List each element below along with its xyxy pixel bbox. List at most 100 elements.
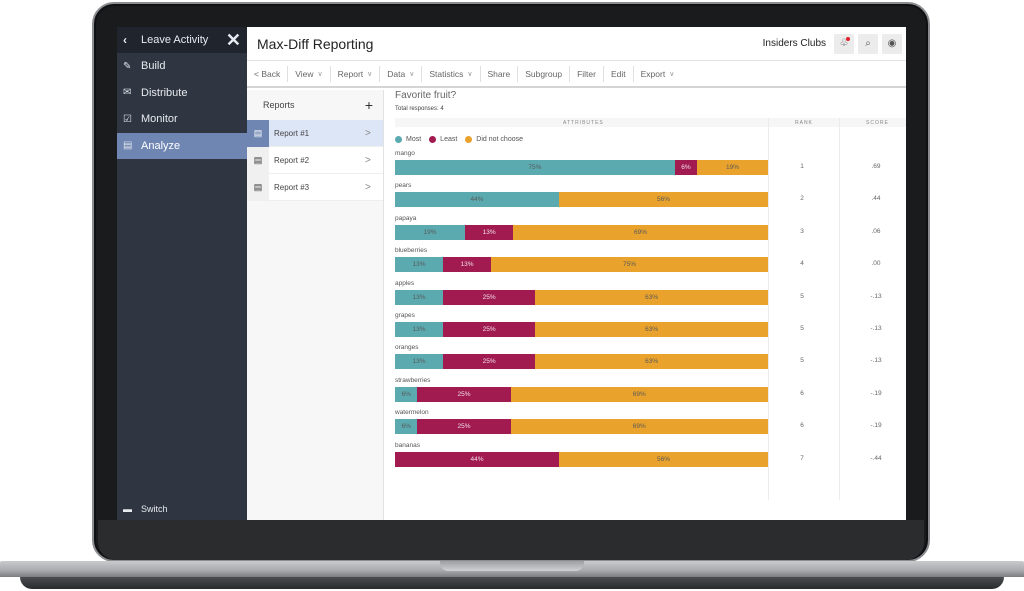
toolbar-statistics-button[interactable]: Statistics ∨ — [422, 66, 481, 82]
category-label: blueberries — [395, 247, 428, 255]
toolbar-filter-button[interactable]: Filter — [570, 66, 604, 82]
bar-segment-most: 75% — [395, 160, 675, 175]
nav-item-distribute[interactable]: ✉ Distribute — [117, 80, 247, 107]
category-label: pears — [395, 182, 412, 190]
toolbar-report-button[interactable]: Report ∨ — [331, 66, 381, 82]
stacked-bar: 6% 25% 69% — [395, 419, 768, 435]
notifications-button[interactable]: ♧ — [834, 33, 854, 54]
rank-value: 5 — [800, 357, 804, 365]
back-chevron-icon[interactable]: ‹ — [123, 33, 139, 47]
bar-segment-most: 6% — [395, 386, 418, 402]
stacked-bar: 13% 13% 75% — [395, 257, 768, 273]
nav-item-label: Monitor — [141, 113, 178, 126]
reports-header: Reports + — [247, 90, 383, 120]
chevron-right-icon: > — [365, 127, 371, 139]
chevron-down-icon: ∨ — [317, 71, 323, 78]
question-title: Favorite fruit? — [395, 90, 457, 101]
nav-item-build[interactable]: ✎ Build — [117, 53, 247, 80]
toolbar-view-button[interactable]: View ∨ — [288, 66, 331, 82]
switch-button[interactable]: ▬ Switch — [123, 504, 168, 514]
bar-segment-least: 44% — [395, 451, 560, 467]
toolbar-share-button[interactable]: Share — [481, 66, 519, 82]
legend-label: Most — [406, 136, 422, 143]
search-icon: ⌕ — [865, 38, 871, 49]
score-value: .06 — [871, 227, 881, 235]
stacked-bar: 13% 25% 63% — [395, 354, 768, 370]
legend-item: Most — [395, 136, 421, 143]
category-label: watermelon — [395, 409, 429, 417]
score-value: -.13 — [870, 325, 882, 332]
nav-item-monitor[interactable]: ☑ Monitor — [117, 106, 247, 133]
toolbar-subgroup-button[interactable]: Subgroup — [518, 66, 571, 82]
toolbar-label: Export — [640, 69, 666, 79]
app-screen: ‹ Leave Activity ✕ ✎ Build ✉ Distribute ☑ Mon… — [117, 27, 906, 520]
bar-segment-none: 69% — [513, 224, 768, 240]
toolbar-back-button[interactable]: < Back — [247, 66, 289, 82]
score-value: -.44 — [870, 454, 882, 462]
nav-item-analyze[interactable]: ▤ Analyze — [117, 132, 247, 159]
stacked-bar: 6% 25% 69% — [395, 386, 768, 402]
score-value: -.19 — [870, 422, 882, 430]
toolbar-data-button[interactable]: Data ∨ — [380, 66, 423, 82]
toolbar-label: Subgroup — [525, 69, 563, 79]
score-value: -.13 — [870, 292, 882, 300]
toolbar-label: Filter — [577, 69, 596, 79]
bar-segment-none: 56% — [559, 451, 768, 467]
bar-segment-least: 13% — [443, 257, 491, 273]
score-value: -.13 — [870, 357, 882, 365]
bar-segment-most: 19% — [395, 224, 466, 240]
document-icon: ▤ — [247, 146, 269, 174]
col-attributes: ATTRIBUTES — [563, 120, 604, 126]
checkbox-icon: ☑ — [123, 113, 132, 125]
reports-title: Reports — [263, 100, 295, 110]
bar-segment-none: 56% — [559, 192, 768, 208]
report-item[interactable]: ▤ Report #2 > — [247, 146, 383, 174]
category-label: bananas — [395, 441, 420, 449]
category-label: mango — [395, 150, 415, 157]
legend-item: Did not choose — [465, 136, 523, 143]
leave-activity-link[interactable]: Leave Activity — [139, 34, 226, 46]
document-icon: ▤ — [247, 119, 269, 147]
toolbar-label: Edit — [610, 69, 626, 79]
bar-segment-least: 25% — [443, 289, 536, 305]
stacked-bar: 44% 56% — [395, 451, 768, 467]
bar-segment-most: 44% — [395, 192, 560, 208]
bar-segment-least: 25% — [417, 419, 511, 435]
bar-segment-none: 69% — [510, 419, 768, 435]
rank-value: 6 — [800, 389, 804, 397]
bar-segment-least: 25% — [443, 322, 536, 337]
search-button[interactable]: ⌕ — [858, 33, 878, 54]
report-label: Report #1 — [274, 128, 310, 138]
stacked-bar: 75% 6% 19% — [395, 160, 768, 175]
report-item[interactable]: ▤ Report #3 > — [247, 173, 383, 201]
total-responses: Total responses: 4 — [395, 106, 444, 112]
chart-row: oranges 13% 25% 63% 5 -.13 — [395, 344, 906, 374]
nav-item-label: Distribute — [141, 86, 188, 99]
bar-segment-none: 69% — [510, 386, 768, 402]
chevron-down-icon: ∨ — [367, 71, 373, 78]
chart-row: papaya 19% 13% 69% 3 .06 — [395, 215, 906, 245]
chart-row: strawberries 6% 25% 69% 6 -.19 — [395, 377, 906, 407]
toolbar-edit-button[interactable]: Edit — [604, 66, 634, 82]
bar-segment-most: 13% — [395, 257, 443, 273]
report-item[interactable]: ▤ Report #1 > — [247, 119, 383, 147]
laptop-base-bottom — [20, 577, 1004, 589]
laptop-mockup: ‹ Leave Activity ✕ ✎ Build ✉ Distribute ☑ Mon… — [0, 0, 1024, 591]
chart-row: apples 13% 25% 63% 5 -.13 — [395, 280, 906, 310]
toolbar-label: Share — [487, 69, 511, 79]
close-icon[interactable]: ✕ — [226, 31, 241, 49]
user-icon: ◉ — [887, 38, 897, 49]
legend-label: Least — [440, 136, 458, 143]
stacked-bar: 44% 56% — [395, 192, 768, 208]
user-button[interactable]: ◉ — [882, 33, 902, 54]
bar-segment-none: 63% — [535, 354, 768, 370]
toolbar-export-button[interactable]: Export ∨ — [634, 66, 682, 82]
legend-swatch — [429, 136, 437, 143]
add-report-button[interactable]: + — [365, 97, 373, 113]
table-header: ATTRIBUTES RANK SCORE — [395, 118, 906, 127]
bar-segment-least: 25% — [443, 354, 536, 370]
rank-value: 5 — [800, 292, 804, 300]
bar-segment-most: 6% — [395, 419, 418, 435]
legend-swatch — [465, 136, 473, 143]
bar-segment-none: 19% — [697, 160, 768, 175]
